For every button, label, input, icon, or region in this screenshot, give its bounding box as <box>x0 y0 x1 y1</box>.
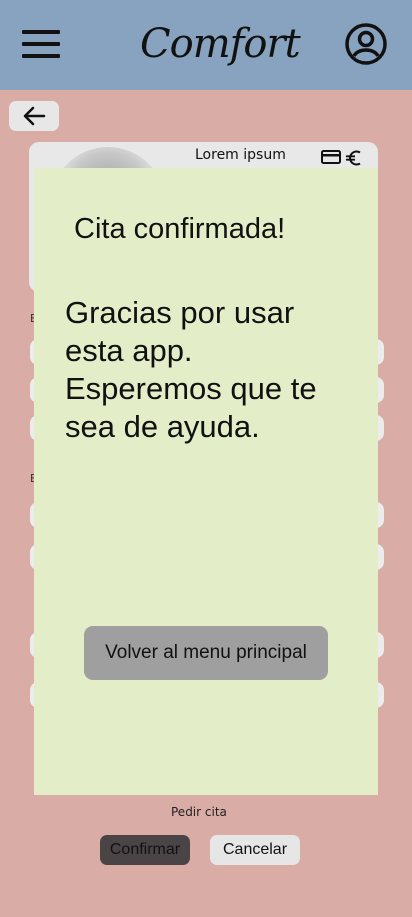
modal-message: Gracias por usar esta app. Esperemos que… <box>65 295 317 444</box>
back-to-main-menu-button[interactable]: Volver al menu principal <box>84 626 328 680</box>
app-logo: Comfort <box>140 21 301 67</box>
back-button[interactable] <box>9 101 59 131</box>
confirmation-modal <box>34 168 378 795</box>
euro-icon <box>346 150 361 166</box>
modal-title: Cita confirmada! <box>74 213 286 245</box>
account-circle-icon[interactable] <box>344 22 388 66</box>
confirm-button[interactable]: Confirmar <box>100 835 190 865</box>
hamburger-menu-icon[interactable] <box>22 30 60 58</box>
cancel-button[interactable]: Cancelar <box>210 835 300 865</box>
card-title: Lorem ipsum <box>195 147 286 163</box>
credit-card-icon <box>321 150 341 164</box>
pedir-cita-label: Pedir cita <box>171 805 227 819</box>
app-header: Comfort <box>0 0 412 90</box>
arrow-left-icon <box>23 106 46 126</box>
